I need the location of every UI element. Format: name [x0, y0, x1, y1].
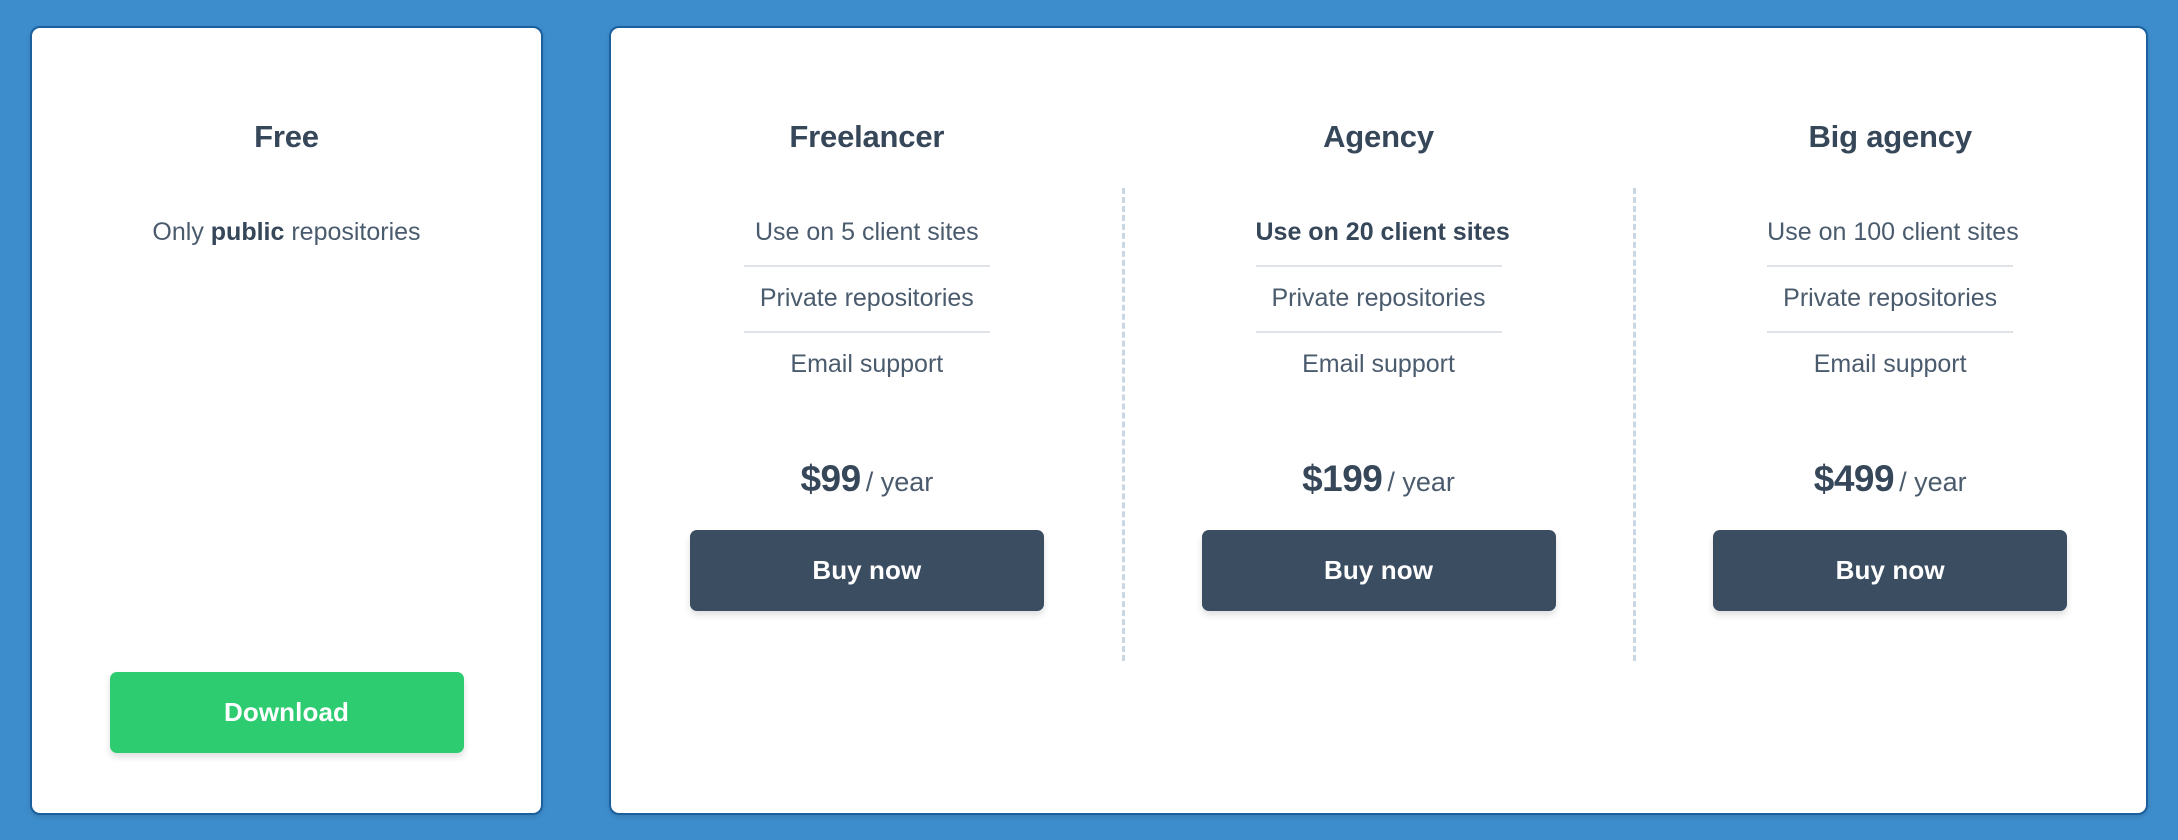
free-plan-note: Only public repositories: [152, 201, 420, 264]
plan-column: Freelancer Use on 5 client sites Private r…: [611, 28, 1123, 813]
feature-item: Email support: [1767, 331, 2014, 397]
price-period: / year: [1899, 467, 1967, 497]
feature-list: Use on 5 client sites Private repositorie…: [743, 201, 990, 397]
feature-item: Email support: [1255, 331, 1502, 397]
feature-item: Private repositories: [1767, 265, 2014, 331]
price: $499/ year: [1814, 460, 1967, 497]
feature-item: Email support: [743, 331, 990, 397]
plan-title: Freelancer: [789, 119, 945, 154]
price: $199/ year: [1302, 460, 1455, 497]
pricing-card-paid: Freelancer Use on 5 client sites Private r…: [609, 26, 2148, 815]
feature-item: Use on 20 client sites: [1255, 218, 1510, 246]
price-period: / year: [865, 467, 934, 497]
feature-list: Use on 20 client sites Private repositori…: [1255, 201, 1510, 397]
free-note-highlight: public: [210, 218, 285, 246]
free-note-prefix: Only: [152, 218, 211, 246]
pricing-card-free: Free Only public repositories Download: [30, 26, 543, 815]
plan-title: Agency: [1323, 119, 1434, 154]
plan-title-free: Free: [254, 119, 319, 154]
plan-title: Big agency: [1808, 119, 1972, 154]
feature-item: Use on 100 client sites: [1767, 218, 2019, 246]
pricing-table: Free Only public repositories Download F…: [0, 0, 2178, 840]
price-amount: $99: [800, 458, 861, 499]
price-period: / year: [1387, 467, 1455, 497]
buy-now-button[interactable]: Buy now: [689, 530, 1044, 611]
feature-item: Private repositories: [743, 265, 990, 331]
price: $99/ year: [800, 460, 933, 497]
price-amount: $199: [1302, 458, 1383, 499]
buy-now-button[interactable]: Buy now: [1713, 530, 2068, 611]
feature-list: Use on 100 client sites Private repositor…: [1767, 201, 2019, 397]
plan-column: Agency Use on 20 client sites Private repo…: [1121, 28, 1635, 813]
feature-item: Use on 5 client sites: [754, 218, 979, 246]
free-note-suffix: repositories: [284, 218, 421, 246]
plan-column: Big agency Use on 100 client sites Private…: [1633, 28, 2146, 813]
price-amount: $499: [1813, 458, 1895, 499]
buy-now-button[interactable]: Buy now: [1201, 530, 1556, 611]
download-button[interactable]: Download: [109, 672, 464, 753]
feature-item: Private repositories: [1255, 265, 1502, 331]
